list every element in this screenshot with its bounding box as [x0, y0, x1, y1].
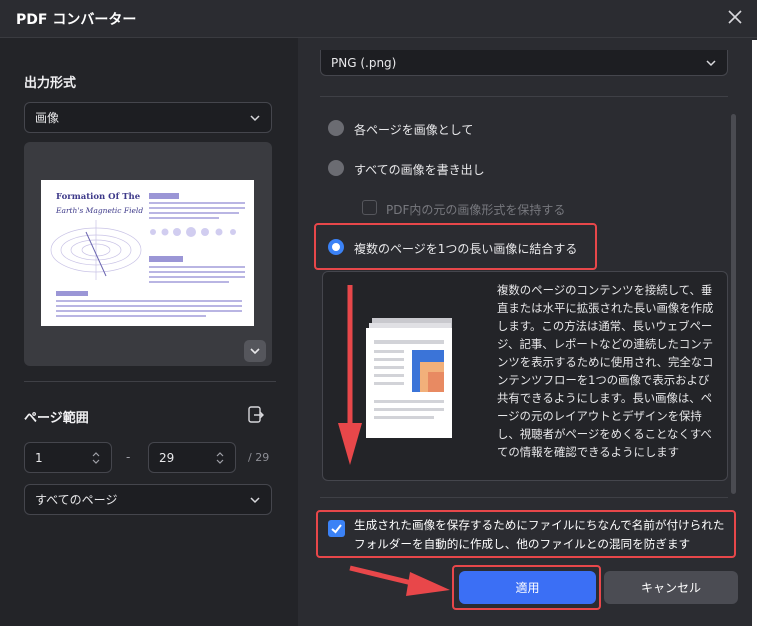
option-export-all-images[interactable]: すべての画像を書き出し	[354, 161, 485, 178]
apply-button[interactable]: 適用	[459, 571, 596, 604]
range-from-value: 1	[35, 450, 43, 465]
section-divider	[24, 381, 276, 382]
window-edge	[752, 40, 757, 626]
thumbnail-title-1: Formation Of The	[56, 192, 141, 202]
keep-format-checkbox[interactable]	[362, 200, 377, 215]
arrow-down-icon	[335, 283, 365, 468]
stepper-icon[interactable]	[215, 450, 225, 466]
radio-each-page[interactable]	[328, 120, 344, 136]
options-divider	[320, 96, 728, 97]
stepper-icon[interactable]	[91, 450, 101, 466]
option-each-page[interactable]: 各ページを画像として	[354, 121, 473, 138]
checkbox-divider	[320, 497, 728, 498]
format-select-value: PNG (.png)	[331, 55, 397, 70]
thumbnail-title-2: Earth's Magnetic Field	[56, 206, 144, 215]
description-text: 複数のページのコンテンツを接続して、垂直または水平に拡張された長い画像を作成しま…	[497, 283, 714, 459]
arrow-right-icon	[346, 562, 456, 598]
document-stack-icon	[364, 318, 458, 438]
window-title: PDF コンバーター	[16, 12, 137, 28]
expand-preview-button[interactable]	[244, 340, 266, 362]
chevron-down-icon	[250, 114, 260, 121]
output-format-select[interactable]: 画像	[24, 102, 272, 133]
page-range-icon[interactable]	[246, 404, 266, 426]
range-total: / 29	[248, 451, 270, 464]
output-format-label: 出力形式	[24, 76, 77, 91]
range-to-value: 29	[159, 450, 175, 465]
output-format-value: 画像	[35, 111, 60, 125]
close-icon[interactable]	[724, 6, 746, 28]
cancel-button[interactable]: キャンセル	[604, 571, 738, 604]
range-from-input[interactable]: 1	[24, 442, 112, 473]
option-merge-long-image[interactable]: 複数のページを1つの長い画像に結合する	[354, 240, 577, 257]
chevron-down-icon	[250, 348, 260, 355]
radio-merge-long-image[interactable]	[328, 239, 344, 255]
radio-export-all-images[interactable]	[328, 160, 344, 176]
option-keep-format: PDF内の元の画像形式を保持する	[386, 203, 566, 217]
page-range-label: ページ範囲	[24, 411, 89, 426]
format-select[interactable]: PNG (.png)	[320, 50, 728, 76]
chevron-down-icon	[706, 59, 716, 66]
create-folder-label[interactable]: 生成された画像を保存するためにファイルにちなんで名前が付けられたフォルダーを自動…	[354, 516, 732, 554]
create-folder-checkbox[interactable]	[328, 520, 345, 537]
pages-select-value: すべてのページ	[35, 493, 118, 507]
scrollbar[interactable]	[731, 114, 736, 494]
range-to-input[interactable]: 29	[148, 442, 236, 473]
pages-select[interactable]: すべてのページ	[24, 484, 272, 515]
range-separator: -	[126, 450, 131, 464]
chevron-down-icon	[250, 496, 260, 503]
